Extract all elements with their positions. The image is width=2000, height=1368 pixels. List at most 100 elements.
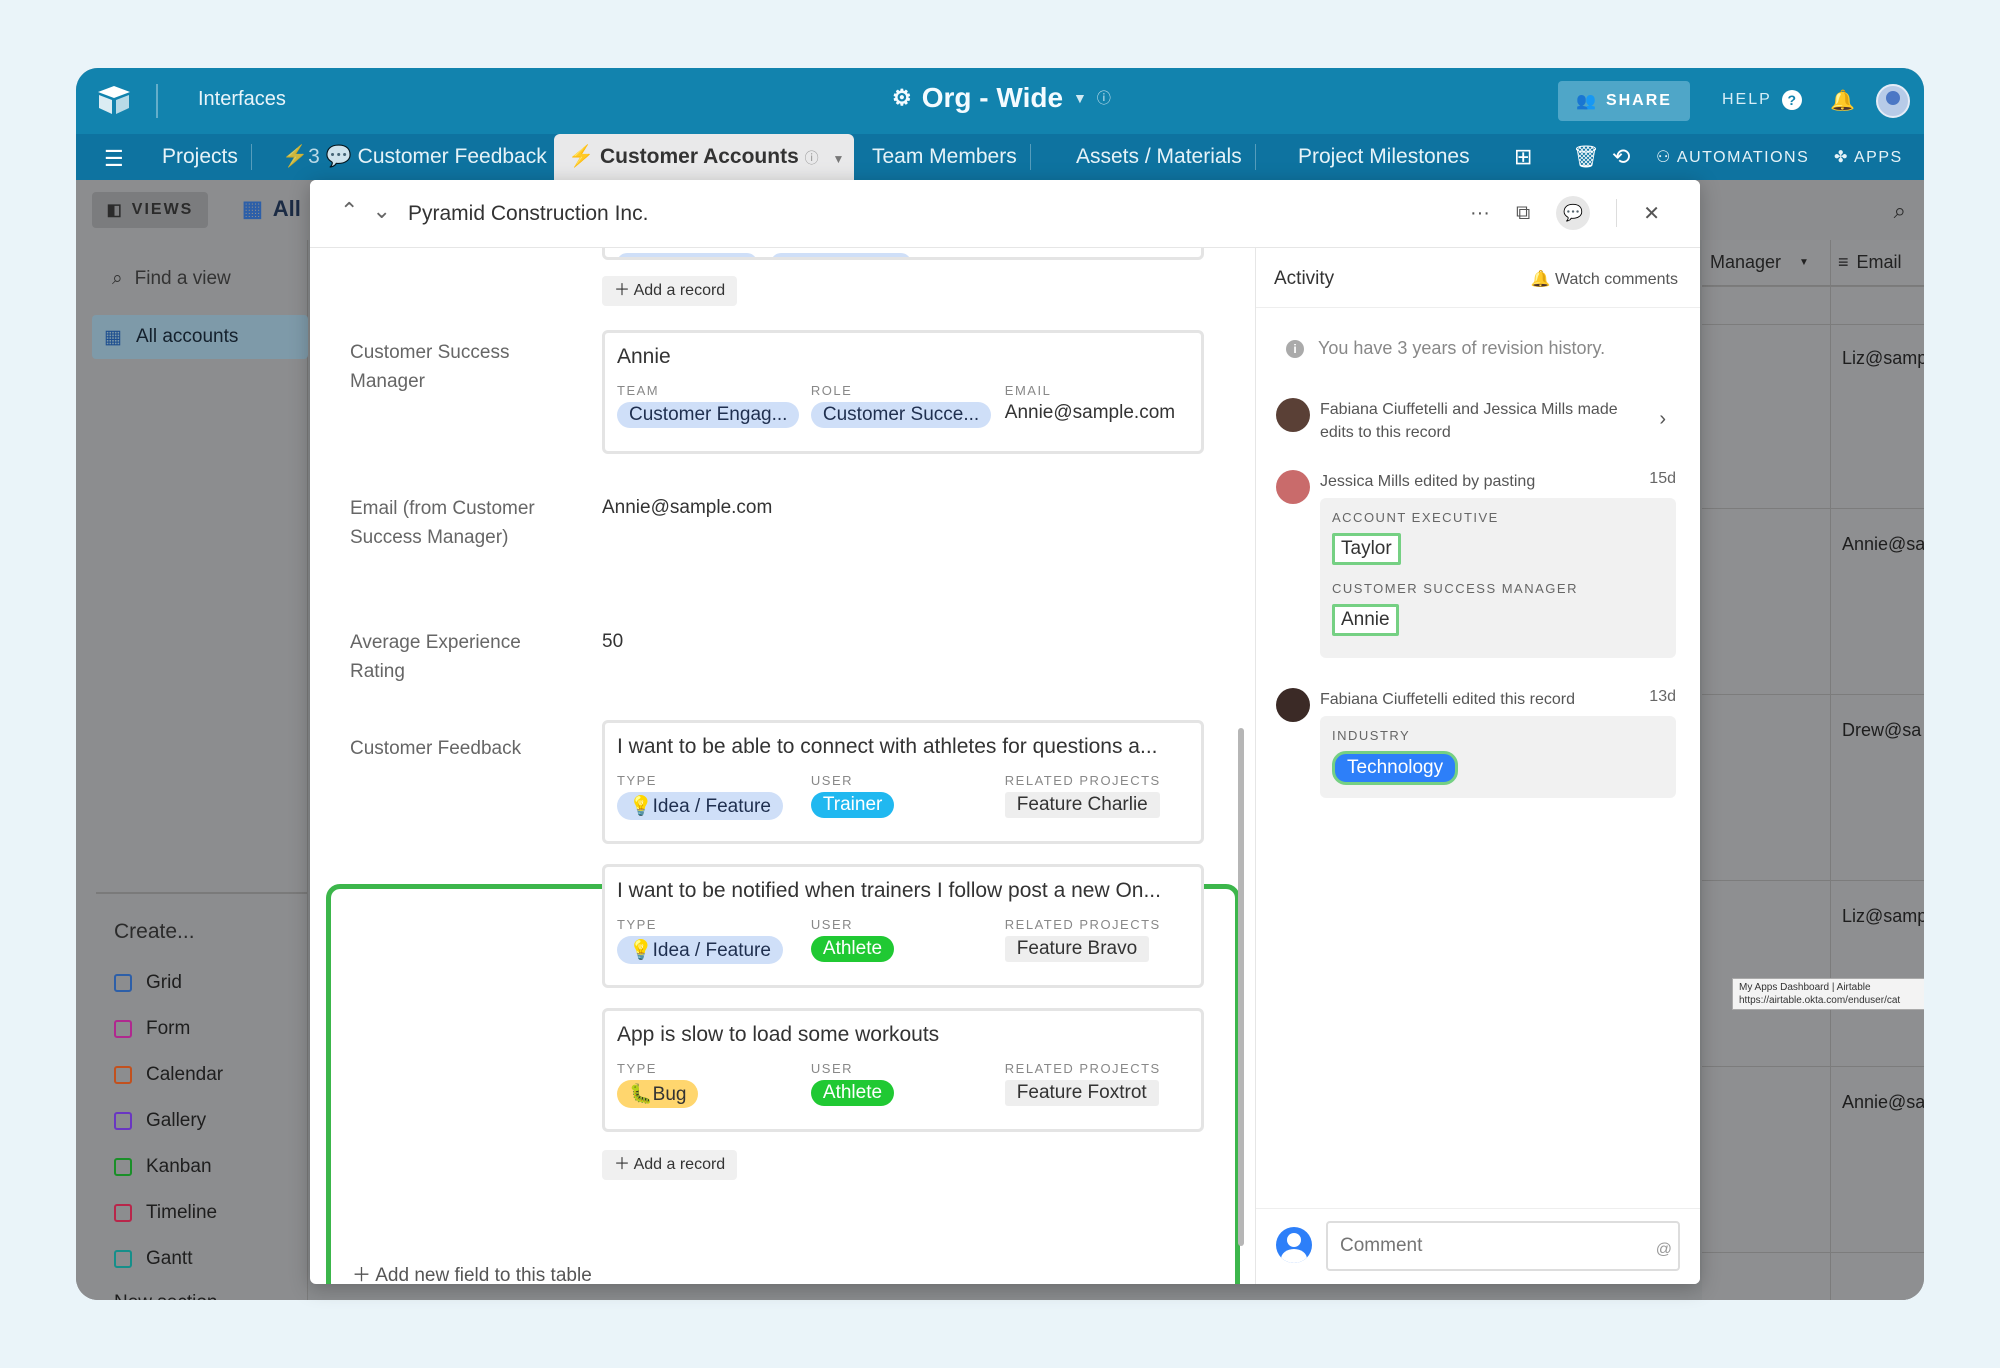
current-view-name[interactable]: ▦ All [242, 196, 301, 222]
share-button[interactable]: 👥 SHARE [1558, 81, 1690, 121]
interfaces-link[interactable]: Interfaces [198, 88, 286, 111]
team-pill [617, 253, 757, 257]
mention-at-icon[interactable]: @ [1656, 1241, 1672, 1259]
info-icon[interactable]: ⓘ [1097, 88, 1111, 108]
change-field-label: CUSTOMER SUCCESS MANAGER [1332, 581, 1578, 596]
hamburger-menu-icon[interactable]: ☰ [104, 146, 124, 172]
watch-label: Watch comments [1555, 271, 1678, 288]
feedback-title: App is slow to load some workouts [617, 1023, 940, 1046]
chevron-down-icon[interactable]: ▼ [832, 152, 844, 166]
team-pill: Customer Engag... [617, 402, 800, 428]
search-icon[interactable]: ⌕ [1894, 198, 1906, 224]
create-timeline[interactable]: Timeline [114, 1202, 217, 1224]
add-field-button[interactable]: ＋ Add new field to this table [352, 1260, 592, 1284]
role-column: ROLE Customer Succe... [810, 383, 1005, 428]
add-table-icon[interactable]: ⊞ [1514, 144, 1532, 170]
feedback-card[interactable]: I want to be able to connect with athlet… [602, 720, 1204, 844]
email-cell[interactable]: Annie@sa [1842, 1092, 1924, 1113]
row-divider [1702, 694, 1924, 695]
create-gantt[interactable]: Gantt [114, 1248, 192, 1270]
row-divider [1702, 508, 1924, 509]
field-label-email-from: Email (from Customer Success Manager) [350, 498, 535, 548]
activity-change-box: INDUSTRY Technology [1320, 716, 1676, 798]
user-label: USER [810, 917, 854, 932]
sidebar-item-all-accounts[interactable]: ▦ All accounts [92, 315, 308, 359]
history-icon[interactable]: ⟲ [1612, 144, 1630, 170]
user-column: USER Trainer [810, 773, 1005, 820]
info-icon[interactable]: ⓘ [805, 150, 819, 166]
notifications-bell-icon[interactable]: 🔔 [1830, 88, 1855, 113]
scrollbar[interactable] [1238, 728, 1244, 1246]
change-value: Taylor [1332, 533, 1401, 565]
share-people-icon: 👥 [1576, 93, 1598, 110]
email-cell[interactable]: Liz@samp [1842, 348, 1924, 369]
chevron-down-icon[interactable]: ⌄ [372, 198, 390, 224]
email-cell[interactable]: Liz@samp [1842, 906, 1924, 927]
grid-view-icon: ▦ [242, 196, 263, 221]
create-kanban[interactable]: Kanban [114, 1156, 212, 1178]
user-column: USER Athlete [810, 1061, 1005, 1108]
chevron-right-icon[interactable]: › [1659, 408, 1666, 431]
chevron-up-icon[interactable]: ⌃ [340, 198, 358, 224]
email-cell[interactable]: Annie@sa [1842, 534, 1924, 555]
tab-project-milestones[interactable]: Project Milestones [1284, 134, 1484, 180]
tab-customer-accounts[interactable]: ⚡ Customer Accounts ⓘ ▼ [554, 134, 854, 180]
email-value: Annie@sample.com [1004, 402, 1176, 423]
automations-button[interactable]: ⚇ AUTOMATIONS [1656, 147, 1809, 167]
apps-button[interactable]: ✤ APPS [1834, 147, 1903, 167]
create-calendar[interactable]: Calendar [114, 1064, 223, 1086]
activity-group-entry[interactable]: Fabiana Ciuffetelli and Jessica Mills ma… [1276, 398, 1686, 448]
tab-projects[interactable]: Projects [148, 134, 252, 180]
copy-link-icon[interactable]: ⧉ [1516, 202, 1530, 225]
activity-time: 15d [1649, 470, 1676, 487]
watch-comments-button[interactable]: 🔔 Watch comments [1531, 269, 1678, 289]
views-toggle-button[interactable]: ◧ VIEWS [92, 192, 208, 228]
find-view-input[interactable]: ⌕ Find a view [112, 268, 231, 290]
field-value-email-from[interactable]: Annie@sample.com [602, 497, 772, 519]
close-icon[interactable]: ✕ [1643, 201, 1660, 226]
create-gallery[interactable]: Gallery [114, 1110, 206, 1132]
column-header-email[interactable]: ≡ Email [1830, 240, 1924, 286]
create-section-title: Create... [114, 920, 195, 943]
more-options-icon[interactable]: ··· [1470, 202, 1490, 225]
linked-record-card-csm[interactable]: Annie TEAM Customer Engag... ROLE Custom… [602, 330, 1204, 454]
add-record-button[interactable]: ＋ Add a record [602, 1150, 738, 1180]
tab-assets-materials[interactable]: Assets / Materials [1062, 134, 1256, 180]
base-title[interactable]: ⚙ Org - Wide ▼ ⓘ [892, 82, 1111, 114]
add-record-button[interactable]: ＋ Add a record [602, 276, 738, 306]
avatar [1276, 398, 1310, 432]
comments-toggle-icon[interactable]: 💬 [1556, 196, 1591, 230]
divider [1616, 199, 1618, 227]
tab-team-members[interactable]: Team Members [858, 134, 1031, 180]
feedback-card[interactable]: App is slow to load some workouts TYPE 🐛… [602, 1008, 1204, 1132]
activity-title: Activity [1274, 268, 1335, 289]
new-section-button[interactable]: New section [114, 1292, 218, 1300]
automations-label: AUTOMATIONS [1676, 149, 1810, 166]
grid-view-icon: ▦ [104, 326, 122, 348]
project-pill: Feature Charlie [1004, 792, 1160, 818]
airtable-logo-icon[interactable] [96, 84, 132, 116]
column-header-manager[interactable]: Manager ▼ [1702, 240, 1830, 286]
change-value-pill: Technology [1332, 751, 1459, 785]
avatar [1276, 688, 1310, 722]
activity-panel: Activity 🔔 Watch comments i You have 3 y… [1255, 248, 1700, 1284]
add-record-label: Add a record [633, 282, 726, 299]
chevron-down-icon[interactable]: ▼ [1073, 90, 1087, 106]
timeline-view-icon [114, 1204, 132, 1222]
record-actions: ··· ⧉ 💬 ✕ [1470, 196, 1660, 230]
create-form[interactable]: Form [114, 1018, 190, 1040]
linked-record-card-partial[interactable] [602, 248, 1204, 260]
field-value-avg-rating[interactable]: 50 [602, 631, 623, 653]
help-button[interactable]: HELP ? [1722, 90, 1802, 110]
trash-icon[interactable]: 🗑 [1572, 144, 1600, 170]
feedback-card[interactable]: I want to be notified when trainers I fo… [602, 864, 1204, 988]
tab-customer-feedback[interactable]: ⚡3 💬 Customer Feedback [268, 134, 561, 180]
email-cell[interactable]: Drew@sa [1842, 720, 1921, 741]
create-grid[interactable]: Grid [114, 972, 182, 994]
user-avatar[interactable] [1876, 84, 1910, 118]
tab-label: Assets / Materials [1076, 145, 1242, 168]
tab-label: Team Members [872, 145, 1017, 168]
comment-input[interactable] [1326, 1221, 1680, 1271]
revision-text: You have 3 years of revision history. [1318, 338, 1606, 358]
sidebar-toggle-icon: ◧ [106, 202, 124, 219]
